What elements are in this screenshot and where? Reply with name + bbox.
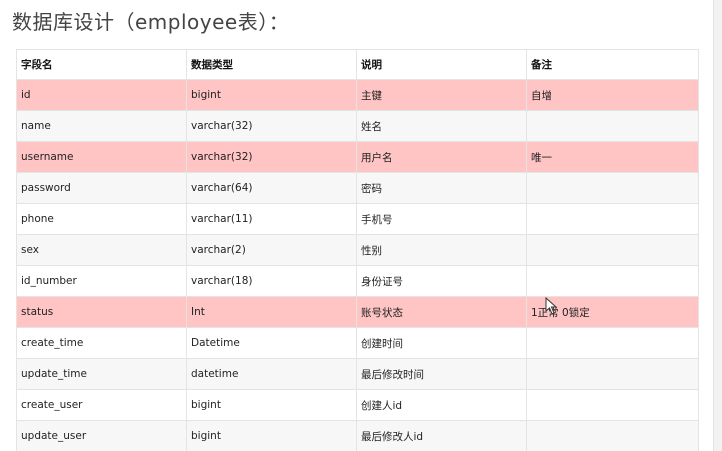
employee-schema-table: 字段名 数据类型 说明 备注 id bigint 主键 自增 name varchar(3…	[16, 49, 699, 451]
cell-data-type: varchar(11)	[186, 203, 357, 235]
cell-field-name: create_time	[16, 327, 187, 359]
cell-description: 手机号	[356, 203, 527, 235]
page-title: 数据库设计（employee表）：	[12, 10, 290, 34]
cell-description: 最后修改人id	[356, 420, 527, 451]
table-row: phone varchar(11) 手机号	[16, 203, 699, 235]
table-row: update_user bigint 最后修改人id	[16, 420, 699, 451]
cell-note	[526, 234, 699, 266]
header-description: 说明	[356, 49, 527, 80]
cell-data-type: varchar(64)	[186, 172, 357, 204]
cell-description: 创建人id	[356, 389, 527, 421]
scrollbar-track[interactable]	[713, 0, 722, 451]
cell-note	[526, 265, 699, 297]
header-note: 备注	[526, 49, 699, 80]
table-row: create_time Datetime 创建时间	[16, 327, 699, 359]
table-row: sex varchar(2) 性别	[16, 234, 699, 266]
cell-description: 用户名	[356, 141, 527, 173]
cell-description: 姓名	[356, 110, 527, 142]
cell-field-name: password	[16, 172, 187, 204]
table-row: update_time datetime 最后修改时间	[16, 358, 699, 390]
table-header-row: 字段名 数据类型 说明 备注	[16, 49, 699, 80]
cell-description: 账号状态	[356, 296, 527, 328]
table-row: status Int 账号状态 1正常 0锁定	[16, 296, 699, 328]
cell-description: 性别	[356, 234, 527, 266]
cell-note	[526, 358, 699, 390]
cell-field-name: username	[16, 141, 187, 173]
cell-data-type: bigint	[186, 420, 357, 451]
page: 数据库设计（employee表）： 字段名 数据类型 说明 备注 id bigin…	[0, 0, 722, 451]
cell-note: 自增	[526, 79, 699, 111]
cell-note	[526, 110, 699, 142]
cell-note	[526, 172, 699, 204]
cell-field-name: create_user	[16, 389, 187, 421]
cell-data-type: Datetime	[186, 327, 357, 359]
header-field-name: 字段名	[16, 49, 187, 80]
cell-data-type: varchar(32)	[186, 110, 357, 142]
cell-description: 创建时间	[356, 327, 527, 359]
table-row: password varchar(64) 密码	[16, 172, 699, 204]
cell-note: 唯一	[526, 141, 699, 173]
cell-description: 最后修改时间	[356, 358, 527, 390]
cell-data-type: varchar(2)	[186, 234, 357, 266]
cell-field-name: status	[16, 296, 187, 328]
cell-description: 密码	[356, 172, 527, 204]
table-row: id bigint 主键 自增	[16, 79, 699, 111]
table-row: username varchar(32) 用户名 唯一	[16, 141, 699, 173]
cell-field-name: id_number	[16, 265, 187, 297]
header-data-type: 数据类型	[186, 49, 357, 80]
table-row: create_user bigint 创建人id	[16, 389, 699, 421]
cell-note	[526, 389, 699, 421]
cell-note	[526, 327, 699, 359]
cell-data-type: varchar(18)	[186, 265, 357, 297]
cell-note	[526, 420, 699, 451]
cell-field-name: id	[16, 79, 187, 111]
cell-data-type: datetime	[186, 358, 357, 390]
cell-field-name: update_user	[16, 420, 187, 451]
cell-field-name: update_time	[16, 358, 187, 390]
cell-field-name: name	[16, 110, 187, 142]
cell-data-type: Int	[186, 296, 357, 328]
cell-data-type: varchar(32)	[186, 141, 357, 173]
cell-field-name: sex	[16, 234, 187, 266]
table-row: id_number varchar(18) 身份证号	[16, 265, 699, 297]
mouse-pointer-icon	[545, 297, 558, 315]
cell-description: 身份证号	[356, 265, 527, 297]
cell-data-type: bigint	[186, 389, 357, 421]
cell-description: 主键	[356, 79, 527, 111]
cell-field-name: phone	[16, 203, 187, 235]
cell-note	[526, 203, 699, 235]
table-row: name varchar(32) 姓名	[16, 110, 699, 142]
cell-data-type: bigint	[186, 79, 357, 111]
